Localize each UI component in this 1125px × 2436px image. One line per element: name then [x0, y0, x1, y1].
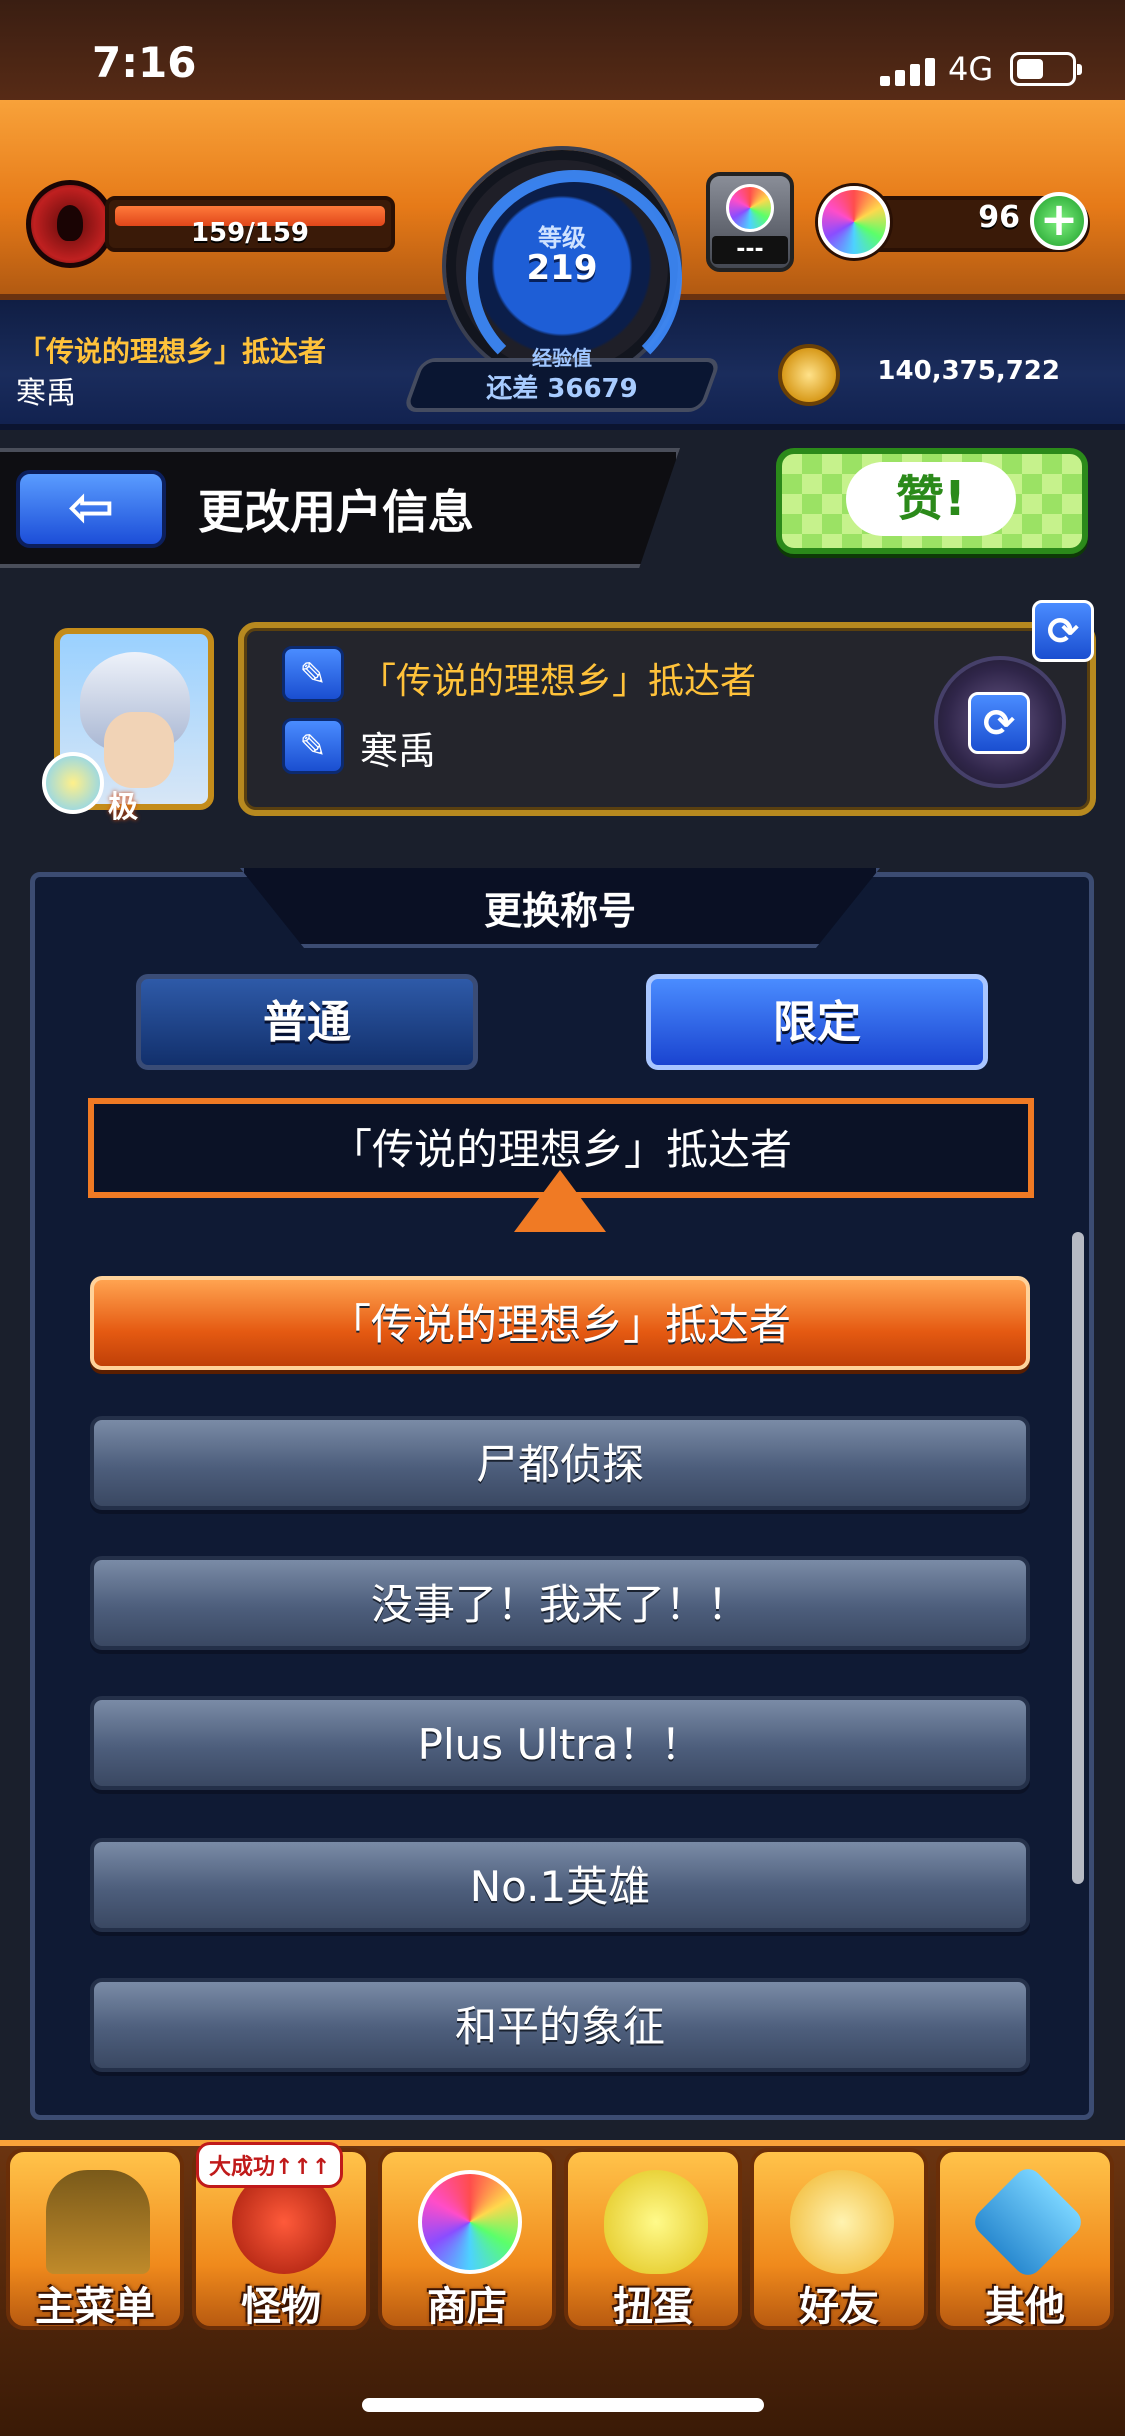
nav-friends[interactable]: 好友 [750, 2148, 928, 2330]
status-time: 7:16 [92, 38, 197, 87]
nav-shop[interactable]: 商店 [378, 2148, 556, 2330]
panel-heading: 更换称号 [483, 889, 636, 933]
nav-main-menu[interactable]: 主菜单 [6, 2148, 184, 2330]
title-option[interactable]: 「传说的理想乡」抵达者 [90, 1276, 1030, 1370]
orb-icon [418, 2170, 522, 2274]
nav-label: 好友 [799, 2284, 879, 2330]
add-orb-button[interactable]: + [1030, 192, 1088, 250]
profile-name: 寒禹 [360, 729, 437, 773]
tab-limited[interactable]: 限定 [646, 974, 988, 1070]
profile-title: 「传说的理想乡」抵达者 [360, 661, 757, 702]
gate-icon [46, 2170, 150, 2274]
orb-icon [818, 186, 890, 258]
exp-label: 经验值 [532, 346, 592, 370]
title-option[interactable]: No.1英雄 [90, 1838, 1030, 1932]
coin-icon [778, 344, 840, 406]
success-badge: 大成功↑↑↑ [196, 2142, 344, 2188]
nav-label: 怪物 [241, 2284, 321, 2330]
signal-icon [880, 56, 936, 86]
selected-title-text: 「传说的理想乡」抵达者 [329, 1125, 792, 1174]
coin-count: 140,375,722 [877, 356, 1060, 386]
balloons-icon [790, 2170, 894, 2274]
nav-label: 其他 [985, 2284, 1065, 2330]
gacha-ticket-count: --- [712, 236, 788, 264]
like-button-label[interactable]: 赞! [846, 462, 1016, 536]
swap-emblem-icon[interactable]: ⟳ [968, 692, 1030, 754]
edit-title-icon[interactable]: ✎ [282, 646, 344, 702]
page-title: 更改用户信息 [198, 485, 474, 539]
swap-profile-icon[interactable]: ⟳ [1032, 600, 1094, 662]
question-icon [969, 2163, 1087, 2281]
network-type: 4G [948, 50, 994, 88]
player-name: 寒禹 [16, 376, 76, 411]
title-option[interactable]: 尸都侦探 [90, 1416, 1030, 1510]
element-badge-icon [42, 752, 104, 814]
pointer-arrow-icon [514, 1170, 606, 1232]
title-option[interactable]: 没事了！我来了！！ [90, 1556, 1030, 1650]
rainbow-orb-icon [726, 184, 774, 232]
edit-name-icon[interactable]: ✎ [282, 718, 344, 774]
nav-label: 商店 [427, 2284, 507, 2330]
stamina-value: 159/159 [190, 218, 310, 248]
back-arrow-icon[interactable]: ⇦ [46, 478, 136, 538]
egg-icon [604, 2170, 708, 2274]
exp-remaining: 还差 36679 [486, 374, 638, 404]
scrollbar[interactable] [1072, 1232, 1084, 1884]
stamina-emblem-icon [26, 180, 114, 268]
home-indicator[interactable] [362, 2398, 764, 2412]
tab-normal[interactable]: 普通 [136, 974, 478, 1070]
nav-label: 主菜单 [35, 2284, 155, 2330]
title-option[interactable]: Plus Ultra！！ [90, 1696, 1030, 1790]
avatar-grade: 极 [108, 790, 138, 825]
battery-icon [1010, 52, 1082, 86]
nav-gacha[interactable]: 扭蛋 [564, 2148, 742, 2330]
orb-count: 96 [978, 200, 1020, 235]
title-option[interactable]: 和平的象征 [90, 1978, 1030, 2072]
player-title: 「传说的理想乡」抵达者 [18, 335, 327, 368]
level-value: 219 [526, 248, 598, 288]
nav-other[interactable]: 其他 [936, 2148, 1114, 2330]
nav-label: 扭蛋 [613, 2284, 693, 2330]
